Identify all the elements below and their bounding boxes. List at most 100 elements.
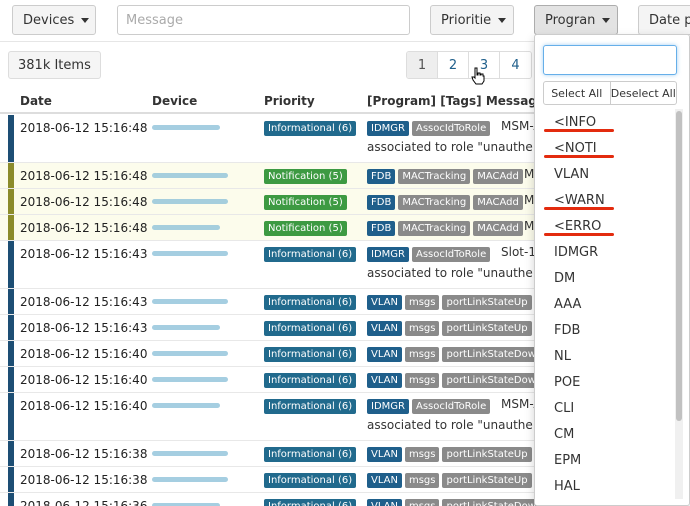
row-date: 2018-06-12 15:16:38 — [20, 473, 148, 487]
program-option-label: <INFO — [554, 114, 597, 130]
program-tags: IDMGR AssocIdToRole — [367, 399, 491, 414]
tag-badge: portLinkStateUp — [442, 473, 532, 488]
priority-badge: Informational (6) — [264, 373, 357, 388]
device-name-redacted — [152, 125, 220, 130]
severity-indicator-bar — [8, 367, 14, 392]
tag-badge: msgs — [404, 347, 440, 362]
dropdown-scrollbar[interactable] — [675, 109, 683, 499]
severity-indicator-bar — [8, 289, 14, 314]
priority-badge: Informational (6) — [264, 347, 357, 362]
program-search-input[interactable] — [543, 45, 677, 75]
device-name-redacted — [152, 325, 220, 330]
log-message-continued: associated to role "unauthe — [367, 266, 533, 280]
priority-badge: Notification (5) — [264, 169, 347, 184]
program-tag: VLAN — [367, 499, 402, 506]
row-date: 2018-06-12 15:16:48 — [20, 169, 148, 183]
device-column-header[interactable]: Device — [152, 94, 197, 108]
program-tags: FDB MACTracking MACAdd — [367, 221, 523, 236]
program-option[interactable]: CM — [535, 421, 675, 447]
program-tags: VLAN msgs portLinkStateUp — [367, 447, 532, 462]
program-tags: IDMGR AssocIdToRole — [367, 121, 491, 136]
log-message-continued: associated to role "unauthe — [367, 418, 533, 432]
program-tags: FDB MACTracking MACAdd — [367, 195, 523, 210]
tag-badge: msgs — [404, 447, 440, 462]
scrollbar-thumb[interactable] — [676, 111, 682, 421]
page-1-link[interactable]: 1 — [407, 52, 438, 78]
row-date: 2018-06-12 15:16:43 — [20, 247, 148, 261]
tag-badge: portLinkStateUp — [442, 295, 532, 310]
red-underline-annotation — [544, 207, 614, 210]
devices-filter-button[interactable]: Devices — [12, 5, 96, 35]
red-underline-annotation — [544, 233, 614, 236]
device-name-redacted — [152, 199, 228, 204]
program-filter-dropdown: Select All Deselect All <INFO <NOTI VLAN <W… — [534, 34, 690, 506]
tag-badge: MACAdd — [473, 169, 523, 184]
program-options-list: <INFO <NOTI VLAN <WARN <ERRO IDMGR DM AAA FDB NL P… — [535, 109, 675, 499]
program-option[interactable]: <INFO — [535, 109, 675, 135]
severity-indicator-bar — [8, 163, 14, 188]
row-date: 2018-06-12 15:16:43 — [20, 295, 148, 309]
program-option[interactable]: NL — [535, 343, 675, 369]
program-tags: VLAN msgs portLinkStateUp — [367, 295, 532, 310]
tag-badge: AssocIdToRole — [411, 121, 491, 136]
message-search-input[interactable] — [117, 5, 410, 35]
severity-indicator-bar — [8, 341, 14, 366]
page-4-link[interactable]: 4 — [500, 52, 531, 78]
tag-badge: msgs — [404, 473, 440, 488]
program-option[interactable]: HAL — [535, 473, 675, 499]
severity-indicator-bar — [8, 115, 14, 162]
select-all-button[interactable]: Select All — [543, 81, 611, 105]
deselect-all-button[interactable]: Deselect All — [610, 81, 677, 105]
priority-badge: Informational (6) — [264, 321, 357, 336]
priority-badge: Informational (6) — [264, 399, 357, 414]
program-tags: VLAN msgs portLinkStateUp — [367, 321, 532, 336]
program-tag: FDB — [367, 169, 396, 184]
program-option-label: CLI — [554, 400, 575, 416]
program-option[interactable]: <NOTI — [535, 135, 675, 161]
program-option[interactable]: AAA — [535, 291, 675, 317]
program-option-label: IDMGR — [554, 244, 599, 260]
message-column-header[interactable]: [Program] [Tags] Message — [367, 94, 545, 108]
row-date: 2018-06-12 15:16:40 — [20, 347, 148, 361]
program-tag: VLAN — [367, 321, 402, 336]
device-name-redacted — [152, 351, 228, 356]
row-date: 2018-06-12 15:16:40 — [20, 399, 148, 413]
tag-badge: portLinkStateUp — [442, 321, 532, 336]
priority-badge: Informational (6) — [264, 247, 357, 262]
tag-badge: MACAdd — [473, 221, 523, 236]
program-option[interactable]: DM — [535, 265, 675, 291]
row-date: 2018-06-12 15:16:38 — [20, 447, 148, 461]
priority-filter-button[interactable]: Prioritie — [430, 5, 514, 35]
program-option[interactable]: <WARN — [535, 187, 675, 213]
pagination: 1 2 3 4 — [406, 51, 532, 79]
device-name-redacted — [152, 477, 228, 482]
program-option[interactable]: IDMGR — [535, 239, 675, 265]
severity-indicator-bar — [8, 441, 14, 466]
program-filter-button[interactable]: Progran — [534, 5, 618, 35]
program-option[interactable]: EPM — [535, 447, 675, 473]
row-date: 2018-06-12 15:16:43 — [20, 321, 148, 335]
program-tags: IDMGR AssocIdToRole — [367, 247, 491, 262]
caret-down-icon — [81, 17, 90, 23]
tag-badge: msgs — [404, 499, 440, 506]
date-column-header[interactable]: Date — [20, 94, 52, 108]
row-date: 2018-06-12 15:16:36 — [20, 499, 148, 506]
tag-badge: AssocIdToRole — [411, 247, 491, 262]
program-option[interactable]: <ERRO — [535, 213, 675, 239]
program-option[interactable]: CLI — [535, 395, 675, 421]
priority-column-header[interactable]: Priority — [264, 94, 315, 108]
priority-badge: Informational (6) — [264, 499, 357, 506]
tag-badge: msgs — [404, 373, 440, 388]
page-2-link[interactable]: 2 — [438, 52, 469, 78]
program-tag: VLAN — [367, 295, 402, 310]
device-name-redacted — [152, 403, 220, 408]
program-tags: VLAN msgs portLinkStateUp — [367, 473, 532, 488]
severity-indicator-bar — [8, 493, 14, 506]
date-filter-button[interactable]: Date pr — [638, 5, 690, 35]
program-option[interactable]: FDB — [535, 317, 675, 343]
severity-indicator-bar — [8, 393, 14, 440]
program-tags: VLANmsgsportLinkStateDow — [367, 347, 540, 362]
tag-badge: MACTracking — [398, 221, 471, 236]
program-option[interactable]: POE — [535, 369, 675, 395]
program-option[interactable]: VLAN — [535, 161, 675, 187]
